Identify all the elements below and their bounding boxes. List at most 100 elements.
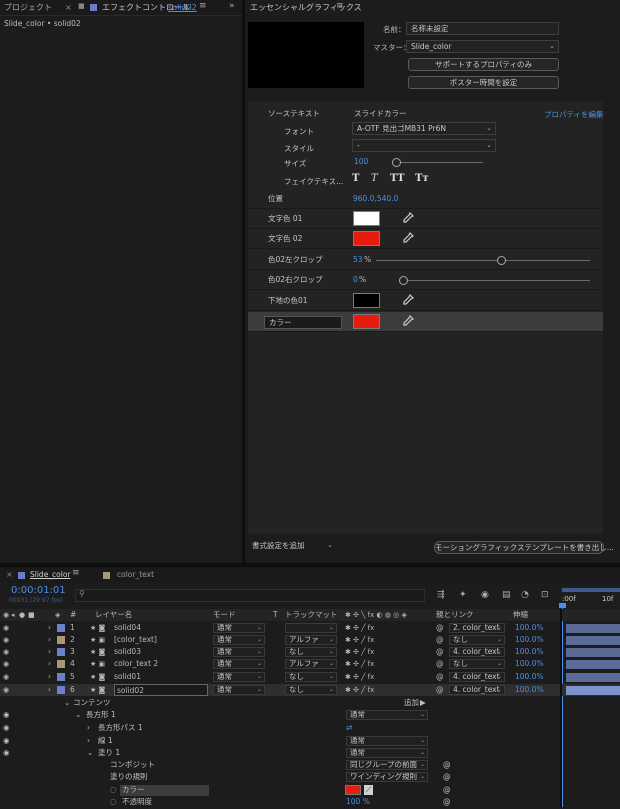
add-icon[interactable]: ▶ bbox=[420, 697, 426, 709]
eye-icon[interactable]: ◉ bbox=[3, 634, 9, 646]
tree-contents[interactable]: ⌄ コンテンツ 追加： ▶ bbox=[0, 697, 560, 710]
pick-whip-icon[interactable]: @ bbox=[436, 658, 444, 670]
eye-icon[interactable]: ◉ bbox=[3, 709, 10, 721]
shy-layers-icon[interactable]: ◉ bbox=[481, 590, 489, 600]
label-color-swatch[interactable] bbox=[57, 648, 65, 656]
chevron-right-icon[interactable]: › bbox=[48, 684, 51, 696]
label-color-swatch[interactable] bbox=[57, 660, 65, 668]
source-text-value[interactable]: スライドカラー bbox=[354, 108, 407, 119]
size-slider-handle[interactable] bbox=[392, 158, 401, 167]
playhead-handle[interactable] bbox=[559, 603, 566, 608]
parent-dropdown[interactable]: 4. color_text ⌄ bbox=[449, 647, 505, 657]
fill-mode-dropdown[interactable]: 通常 ⌄ bbox=[346, 748, 428, 758]
pick-whip-icon[interactable]: @ bbox=[443, 759, 451, 771]
parent-dropdown[interactable]: 4. color_text ⌄ bbox=[449, 672, 505, 682]
eyedropper-icon[interactable] bbox=[402, 232, 414, 244]
expand-panels-icon[interactable]: » bbox=[229, 1, 235, 11]
eye-icon[interactable]: ◉ bbox=[3, 658, 9, 670]
motion-blur-icon[interactable]: ◔ bbox=[521, 590, 529, 600]
export-mogrt-button[interactable]: モーショングラフィックステンプレートを書き出し... bbox=[434, 541, 614, 554]
fill-rule-dropdown[interactable]: ワインディング規則 ⌄ bbox=[346, 772, 428, 782]
chevron-right-icon[interactable]: › bbox=[48, 671, 51, 683]
stopwatch-icon[interactable]: ◌ bbox=[110, 796, 117, 808]
eye-icon[interactable]: ◉ bbox=[3, 622, 9, 634]
layer-duration-bar[interactable] bbox=[566, 624, 620, 633]
layer-name[interactable]: solid01 bbox=[114, 671, 141, 683]
switches-icons[interactable]: ✱ ✣ ╱ fx bbox=[345, 634, 374, 646]
work-area-bar[interactable] bbox=[562, 588, 620, 592]
stretch-value[interactable]: 100.0% bbox=[515, 622, 544, 634]
name-field[interactable]: 名称未設定 bbox=[406, 22, 559, 35]
chevron-right-icon[interactable]: › bbox=[87, 722, 90, 734]
rect1-mode-dropdown[interactable]: 通常 ⌄ bbox=[346, 710, 428, 720]
label-color-swatch[interactable] bbox=[57, 686, 65, 694]
pick-whip-icon[interactable]: @ bbox=[436, 622, 444, 634]
mode-dropdown[interactable]: 通常 ⌄ bbox=[213, 685, 265, 695]
composite-dropdown[interactable]: 同じグループの前面 ⌄ bbox=[346, 760, 428, 770]
style-dropdown[interactable]: - ⌄ bbox=[352, 139, 496, 152]
layer-duration-bar[interactable] bbox=[566, 648, 620, 657]
add-formatting-dropdown[interactable]: 書式設定を追加 ⌄ bbox=[248, 540, 336, 553]
edit-properties-link[interactable]: プロパティを編集 bbox=[544, 109, 604, 120]
tab-slide-color[interactable]: Slide_color bbox=[30, 570, 71, 579]
eye-icon[interactable]: ◉ bbox=[3, 747, 10, 759]
eg-panel-title[interactable]: エッセンシャルグラフィックス bbox=[250, 0, 362, 16]
comp-mini-flowchart-icon[interactable]: ⇶ bbox=[437, 590, 445, 600]
tree-rect-path[interactable]: ◉ › 長方形パス 1 ⇄ bbox=[0, 722, 560, 735]
eyedropper-icon[interactable] bbox=[402, 212, 414, 224]
chevron-down-icon[interactable]: ⌄ bbox=[64, 697, 70, 709]
pick-whip-icon[interactable]: @ bbox=[443, 796, 451, 808]
layer-row[interactable]: ◉ › 1 ★ ◙ solid04 通常 ⌄ ⌄ ✱ ✣ ╱ fx @2. color_text ⌄… bbox=[0, 622, 620, 634]
stretch-value[interactable]: 100.0% bbox=[515, 646, 544, 658]
pick-whip-icon[interactable]: @ bbox=[436, 684, 444, 696]
layer-name[interactable]: solid03 bbox=[114, 646, 141, 658]
panel-menu-icon[interactable]: ≡ bbox=[336, 1, 344, 11]
chevron-right-icon[interactable]: › bbox=[48, 622, 51, 634]
font-dropdown[interactable]: A-OTF 見出ゴMB31 Pr6N ⌄ bbox=[352, 122, 496, 135]
chevron-right-icon[interactable]: › bbox=[87, 735, 90, 747]
chevron-down-icon[interactable]: ⌄ bbox=[75, 709, 81, 721]
eyedropper-icon[interactable] bbox=[402, 315, 414, 327]
chevron-right-icon[interactable]: › bbox=[48, 646, 51, 658]
eg-scroll-track[interactable] bbox=[604, 102, 618, 534]
eye-icon[interactable]: ◉ bbox=[3, 671, 9, 683]
eye-icon[interactable]: ◉ bbox=[3, 722, 10, 734]
stretch-value[interactable]: 100.0% bbox=[515, 634, 544, 646]
track-matte-dropdown[interactable]: なし ⌄ bbox=[285, 647, 337, 657]
label-color-swatch[interactable] bbox=[57, 624, 65, 632]
eye-icon[interactable]: ◉ bbox=[3, 684, 9, 696]
switches-icons[interactable]: ✱ ✣ ╱ fx bbox=[345, 658, 374, 670]
color-swatch[interactable] bbox=[345, 785, 361, 795]
parent-dropdown[interactable]: 2. color_text ⌄ bbox=[449, 623, 505, 633]
chevron-right-icon[interactable]: › bbox=[48, 634, 51, 646]
size-slider[interactable] bbox=[395, 162, 483, 163]
close-icon[interactable]: × bbox=[6, 570, 13, 579]
label-color-swatch[interactable] bbox=[57, 673, 65, 681]
path-direction-icon[interactable]: ⇄ bbox=[346, 722, 352, 734]
mode-dropdown[interactable]: 通常 ⌄ bbox=[213, 647, 265, 657]
stretch-value[interactable]: 100.0% bbox=[515, 684, 544, 696]
eye-icon[interactable]: ◉ bbox=[3, 735, 10, 747]
pick-whip-icon[interactable]: @ bbox=[443, 771, 451, 783]
timecode[interactable]: 0:00:01:01 bbox=[11, 585, 66, 596]
track-matte-dropdown[interactable]: なし ⌄ bbox=[285, 685, 337, 695]
layer-duration-bar[interactable] bbox=[566, 673, 620, 682]
stopwatch-icon[interactable]: ◌ bbox=[110, 784, 117, 796]
eyedropper-icon[interactable]: ⟋ bbox=[364, 785, 374, 795]
right-crop-slider-handle[interactable] bbox=[399, 276, 408, 285]
tree-rect1[interactable]: ◉ ⌄ 長方形 1 通常 ⌄ bbox=[0, 709, 560, 722]
set-poster-time-button[interactable]: ポスター時間を設定 bbox=[408, 76, 559, 89]
switches-icons[interactable]: ✱ ✣ ╱ fx bbox=[345, 622, 374, 634]
pick-whip-icon[interactable]: @ bbox=[443, 784, 451, 796]
stretch-value[interactable]: 100.0% bbox=[515, 658, 544, 670]
layer-duration-bar[interactable] bbox=[566, 660, 620, 669]
tree-fill[interactable]: ◉ ⌄ 塗り 1 通常 ⌄ bbox=[0, 747, 560, 760]
faux-italic-button[interactable]: T bbox=[371, 173, 378, 184]
chevron-down-icon[interactable]: ⌄ bbox=[87, 747, 93, 759]
layer-row[interactable]: ◉ › 5 ★ ◙ solid01 通常 ⌄ なし ⌄ ✱ ✣ ╱ fx @4. color_tex… bbox=[0, 671, 620, 683]
chevron-right-icon[interactable]: › bbox=[48, 658, 51, 670]
size-value[interactable]: 100 bbox=[354, 157, 368, 166]
layer-row[interactable]: ◉ › 4 ★ ▣ color_text 2 通常 ⌄ アルファ ⌄ ✱ ✣ ╱ fx @ なし ⌄ 10… bbox=[0, 658, 620, 670]
tree-composite[interactable]: コンポジット 同じグループの前面 ⌄ @ bbox=[0, 759, 560, 772]
tab-color-text[interactable]: color_text bbox=[117, 570, 154, 579]
